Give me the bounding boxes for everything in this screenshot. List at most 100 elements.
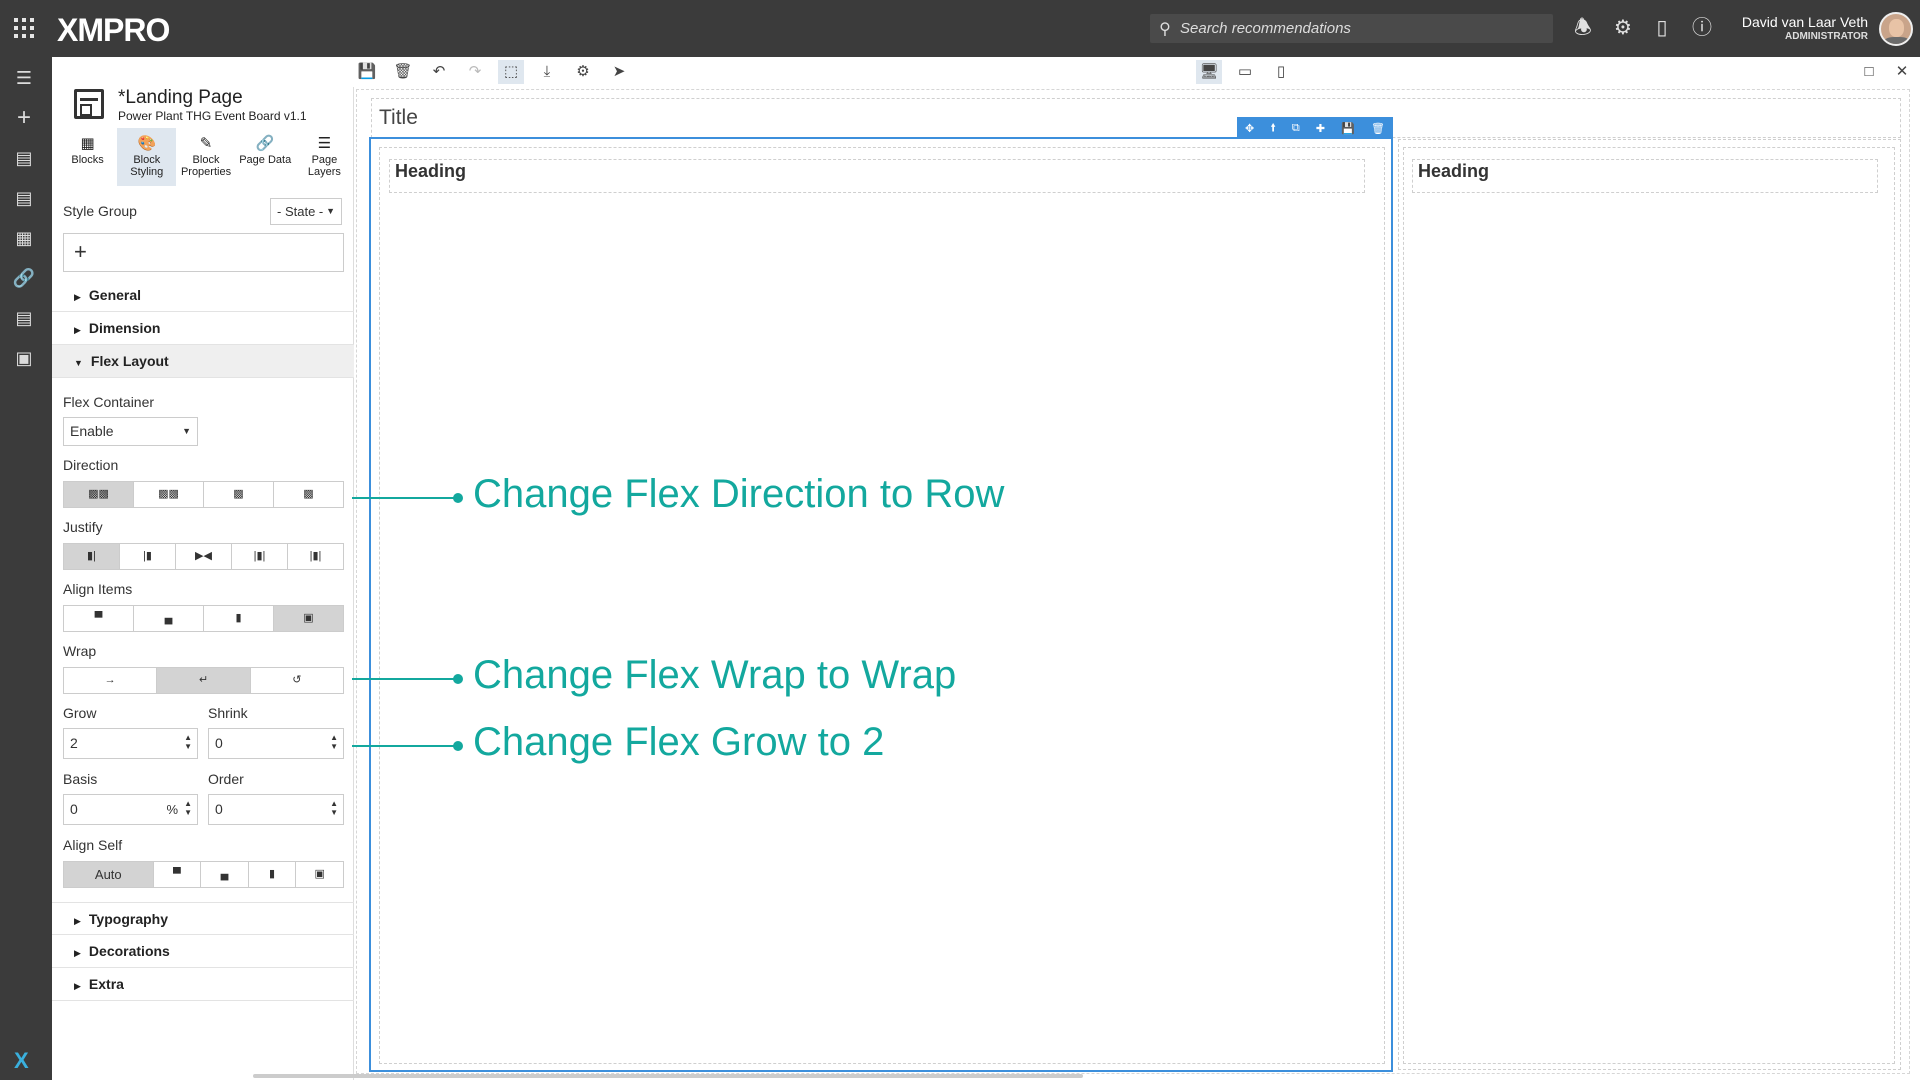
align-self-auto-button[interactable]: Auto: [64, 862, 154, 887]
order-value: 0: [215, 801, 223, 817]
select-parent-icon[interactable]: 🠙: [1270, 119, 1276, 138]
justify-space-between-button[interactable]: |▮|: [232, 544, 288, 569]
align-end-button[interactable]: ▄: [134, 606, 204, 631]
horizontal-scrollbar[interactable]: [253, 1074, 1083, 1078]
basis-input[interactable]: 0 % ▲ ▼: [63, 794, 198, 825]
mobile-view-icon[interactable]: ▯: [1268, 60, 1294, 84]
grow-input[interactable]: 2 ▲ ▼: [63, 728, 198, 759]
tab-page-layers[interactable]: ☰ Page Layers: [295, 128, 354, 186]
settings-icon[interactable]: ⚙: [570, 60, 596, 84]
section-general[interactable]: ▶ General: [52, 279, 354, 312]
section-extra[interactable]: ▶ Extra: [52, 968, 354, 1001]
app-launcher-icon[interactable]: [14, 18, 34, 38]
save-icon[interactable]: 💾: [354, 60, 380, 84]
nowrap-button[interactable]: →: [64, 668, 158, 693]
caret-right-icon: ▶: [74, 292, 81, 302]
tab-blocks[interactable]: ▦ Blocks: [58, 128, 117, 186]
tab-block-styling[interactable]: 🎨 Block Styling: [117, 128, 177, 186]
tablet-view-icon[interactable]: ▭: [1232, 60, 1258, 84]
align-self-start-button[interactable]: ▀: [154, 862, 202, 887]
search-input[interactable]: [1180, 20, 1540, 37]
justify-center-button[interactable]: ▶◀: [176, 544, 232, 569]
align-stretch-button[interactable]: ▣: [274, 606, 343, 631]
data-stream-icon[interactable]: ▤: [12, 306, 36, 330]
left-column[interactable]: [379, 147, 1385, 1064]
download-icon[interactable]: ⤓: [534, 60, 560, 84]
move-icon[interactable]: ✥: [1245, 122, 1254, 135]
phone-icon[interactable]: ▯: [1650, 16, 1674, 40]
select-outline-icon[interactable]: ⬚: [498, 60, 524, 84]
heading-block-left[interactable]: [389, 159, 1365, 193]
user-info[interactable]: David van Laar Veth ADMINISTRATOR: [1742, 14, 1868, 42]
menu-icon[interactable]: ☰: [12, 66, 36, 90]
delete-icon[interactable]: 🗑: [390, 60, 416, 84]
close-icon[interactable]: ✕: [1889, 60, 1915, 84]
layers-icon: ☰: [317, 135, 332, 152]
recommendations-icon[interactable]: ▤: [12, 186, 36, 210]
align-self-center-button[interactable]: ▮: [249, 862, 297, 887]
tab-page-data[interactable]: 🔗 Page Data: [236, 128, 295, 186]
wrap-buttons: → ↵ ↺: [63, 667, 344, 694]
help-icon[interactable]: ⓘ: [1690, 16, 1714, 40]
desktop-view-icon[interactable]: 🖥: [1196, 60, 1222, 84]
stepper-icon[interactable]: ▲ ▼: [184, 799, 192, 817]
align-self-stretch-button[interactable]: ▣: [296, 862, 343, 887]
direction-column-button[interactable]: ▩: [204, 482, 274, 507]
order-input[interactable]: 0 ▲ ▼: [208, 794, 344, 825]
duplicate-icon[interactable]: ⧉: [1292, 122, 1300, 135]
justify-end-button[interactable]: |▮: [120, 544, 176, 569]
section-dimension[interactable]: ▶ Dimension: [52, 312, 354, 345]
right-column[interactable]: [1403, 147, 1895, 1064]
align-start-button[interactable]: ▀: [64, 606, 134, 631]
dashboard-icon[interactable]: ▤: [12, 146, 36, 170]
wrap-reverse-button[interactable]: ↺: [251, 668, 343, 693]
link-icon[interactable]: 🔗: [12, 266, 36, 290]
search-bar[interactable]: ⚲: [1150, 14, 1553, 43]
undo-icon[interactable]: ↶: [426, 60, 452, 84]
section-decorations[interactable]: ▶ Decorations: [52, 935, 354, 968]
maximize-icon[interactable]: □: [1856, 60, 1882, 84]
calendar-icon[interactable]: ▣: [12, 346, 36, 370]
add-block-icon[interactable]: ✚: [1316, 122, 1325, 135]
align-center-button[interactable]: ▮: [204, 606, 274, 631]
delete-block-icon[interactable]: 🗑: [1371, 122, 1385, 135]
stepper-icon[interactable]: ▲ ▼: [330, 799, 338, 817]
avatar[interactable]: [1879, 12, 1913, 46]
caret-right-icon: ▶: [74, 981, 81, 991]
gear-icon[interactable]: ⚙: [1611, 16, 1635, 40]
stepper-icon[interactable]: ▲ ▼: [330, 733, 338, 751]
title-text[interactable]: Title: [379, 106, 418, 130]
basis-unit[interactable]: %: [166, 795, 178, 824]
direction-row-button[interactable]: ▩▩: [64, 482, 134, 507]
apps-icon[interactable]: ▦: [12, 226, 36, 250]
section-typography[interactable]: ▶ Typography: [52, 902, 354, 935]
state-dropdown[interactable]: - State - ▼: [270, 198, 342, 225]
stepper-icon[interactable]: ▲ ▼: [184, 733, 192, 751]
xmpro-x-logo[interactable]: X: [14, 1048, 29, 1074]
save-block-icon[interactable]: 💾: [1341, 122, 1355, 135]
justify-space-around-button[interactable]: |▮|: [288, 544, 343, 569]
xmpro-logo[interactable]: XMPRO: [57, 12, 170, 49]
direction-column-reverse-button[interactable]: ▩: [274, 482, 343, 507]
launch-icon[interactable]: ➤: [606, 60, 632, 84]
heading-left[interactable]: Heading: [395, 161, 466, 182]
add-style-button[interactable]: +: [63, 233, 344, 272]
redo-icon[interactable]: ↷: [462, 60, 488, 84]
add-icon[interactable]: +: [12, 106, 36, 130]
tab-block-properties[interactable]: ✎ Block Properties: [176, 128, 235, 186]
direction-row-reverse-button[interactable]: ▩▩: [134, 482, 204, 507]
block-styling-panel: *Landing Page Power Plant THG Event Boar…: [52, 87, 354, 1080]
bell-icon[interactable]: 🕭: [1571, 16, 1595, 40]
align-self-end-button[interactable]: ▄: [201, 862, 249, 887]
title-block[interactable]: [371, 98, 1901, 138]
wrap-button[interactable]: ↵: [157, 668, 251, 693]
annotation-dot-wrap: [453, 674, 463, 684]
basis-value: 0: [70, 801, 78, 817]
direction-label: Direction: [63, 457, 119, 473]
justify-start-button[interactable]: ▮|: [64, 544, 120, 569]
section-flex-layout[interactable]: ▼ Flex Layout: [52, 345, 354, 378]
flex-container-select[interactable]: Enable ▼: [63, 417, 198, 446]
heading-right[interactable]: Heading: [1418, 161, 1489, 182]
shrink-input[interactable]: 0 ▲ ▼: [208, 728, 344, 759]
justify-label: Justify: [63, 519, 103, 535]
